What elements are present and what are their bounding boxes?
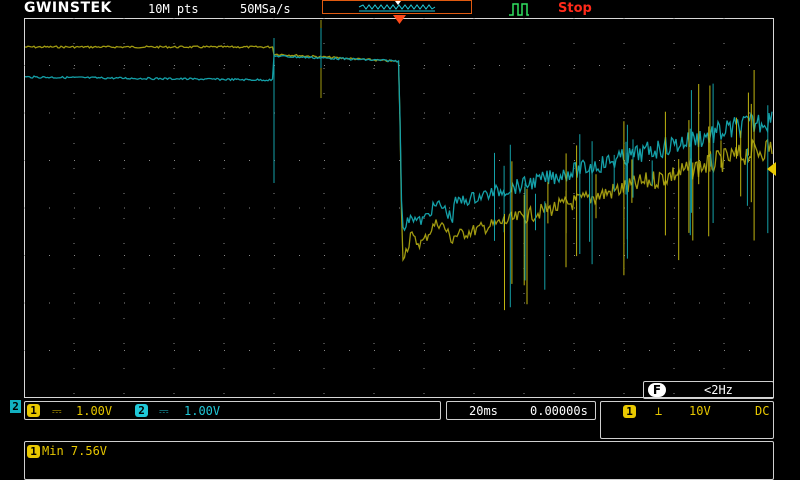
trigger-slope-icon[interactable]: ⊥: [655, 404, 662, 418]
trigger-source-badge[interactable]: 1: [623, 405, 636, 418]
ch2-badge[interactable]: 2: [135, 404, 148, 417]
waveform-overview[interactable]: [322, 0, 472, 14]
trigger-settings-bar[interactable]: 1 ⊥ 10V DC: [600, 401, 774, 439]
ch1-coupling-icon: ⎓: [52, 404, 62, 418]
overview-wave-icon: [358, 1, 436, 12]
sample-rate: 50MSa/s: [240, 2, 291, 16]
channel-scale-bar[interactable]: 1 ⎓ 1.00V 2 ⎓ 1.00V: [24, 401, 441, 420]
measurement-value: Min 7.56V: [42, 444, 108, 458]
brand-logo: GWINSTEK: [24, 0, 112, 16]
ch1-scale[interactable]: 1.00V: [76, 404, 112, 418]
filter-badge: F: [648, 383, 666, 397]
filter-value: <2Hz: [704, 383, 733, 397]
memory-depth: 10M pts: [148, 2, 199, 16]
measurement-channel-badge: 1: [27, 445, 40, 458]
time-scale[interactable]: 20ms: [469, 404, 498, 418]
run-stop-status[interactable]: Stop: [558, 1, 592, 16]
acquire-mode-icon: [509, 3, 529, 16]
trigger-marker-icon[interactable]: [393, 15, 406, 25]
ch1-badge[interactable]: 1: [27, 404, 40, 417]
ch2-coupling-icon: ⎓: [159, 404, 169, 418]
trigger-level-arrow-icon[interactable]: [767, 162, 776, 176]
trigger-level[interactable]: 10V: [689, 404, 711, 418]
trigger-frequency-box[interactable]: F <2Hz: [643, 381, 774, 399]
ch2-ground-marker[interactable]: 2: [10, 400, 21, 413]
timebase-bar[interactable]: 20ms 0.00000s: [446, 401, 596, 420]
horizontal-position[interactable]: 0.00000s: [530, 404, 588, 418]
waveform-display: [24, 18, 774, 398]
measurement-bar[interactable]: 1 Min 7.56V: [24, 441, 774, 480]
ch2-scale[interactable]: 1.00V: [184, 404, 220, 418]
trigger-coupling[interactable]: DC: [755, 404, 769, 418]
